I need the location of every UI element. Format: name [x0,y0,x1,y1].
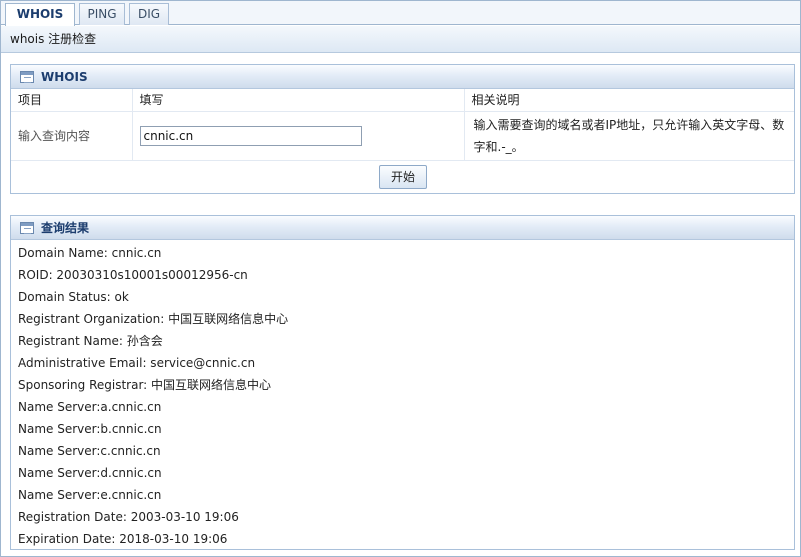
result-name-server: Name Server:b.cnnic.cn [18,422,162,436]
whois-form-table: 项目 填写 相关说明 输入查询内容 输入需要查询的域名或者IP地址，只允许输入英… [11,89,794,161]
result-sponsoring-registrar: Sponsoring Registrar: 中国互联网络信息中心 [18,378,272,392]
result-name-server: Name Server:a.cnnic.cn [18,400,162,414]
whois-panel-header: WHOIS [11,65,794,89]
tab-dig[interactable]: DIG [129,3,169,25]
result-registrant-organization: Registrant Organization: 中国互联网络信息中心 [18,312,289,326]
table-icon [20,222,34,234]
column-header-desc: 相关说明 [464,89,794,112]
result-roid: ROID: 20030310s10001s00012956-cn [18,268,248,282]
query-input-cell [132,111,465,161]
results-panel-title: 查询结果 [41,221,90,235]
result-expiration-date: Expiration Date: 2018-03-10 19:06 [18,532,228,546]
whois-panel: WHOIS 项目 填写 相关说明 输入查询内容 输入需要查询的域名或者IP地址，… [10,64,795,194]
tab-ping[interactable]: PING [79,3,125,25]
query-label: 输入查询内容 [11,111,133,161]
form-input-row: 输入查询内容 输入需要查询的域名或者IP地址，只允许输入英文字母、数字和.-_。 [11,111,794,161]
page-subtitle: whois 注册检查 [1,26,800,53]
query-input[interactable] [139,125,362,146]
results-panel-header: 查询结果 [11,216,794,240]
result-registrant-name: Registrant Name: 孙含会 [18,334,163,348]
tab-bar: WHOIS PING DIG [1,1,800,26]
column-header-item: 项目 [11,89,133,112]
result-name-server: Name Server:c.cnnic.cn [18,444,161,458]
result-registration-date: Registration Date: 2003-03-10 19:06 [18,510,239,524]
result-domain-status: Domain Status: ok [18,290,129,304]
query-description: 输入需要查询的域名或者IP地址，只允许输入英文字母、数字和.-_。 [464,111,794,161]
result-name-server: Name Server:d.cnnic.cn [18,466,162,480]
whois-panel-title: WHOIS [41,70,88,84]
results-list: Domain Name: cnnic.cn ROID: 20030310s100… [11,240,794,550]
tab-whois[interactable]: WHOIS [5,3,75,26]
whois-tool-window: WHOIS PING DIG whois 注册检查 WHOIS 项目 填写 相关… [0,0,801,557]
form-header-row: 项目 填写 相关说明 [11,89,794,112]
column-header-fill: 填写 [132,89,465,112]
results-panel: 查询结果 Domain Name: cnnic.cn ROID: 2003031… [10,215,795,550]
result-domain-name: Domain Name: cnnic.cn [18,246,162,260]
table-icon [20,71,34,83]
start-button[interactable]: 开始 [379,164,427,189]
result-name-server: Name Server:e.cnnic.cn [18,488,162,502]
button-row: 开始 [11,161,794,194]
result-administrative-email: Administrative Email: service@cnnic.cn [18,356,256,370]
